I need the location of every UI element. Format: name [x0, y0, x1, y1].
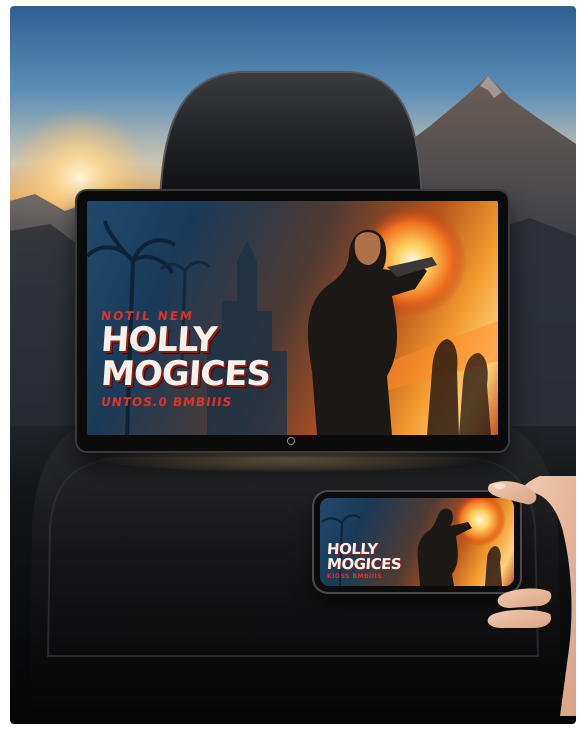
movie-subtitle: UNTOS.0 BMBIIIS — [100, 395, 234, 409]
movie-title-line1: HOLLY — [99, 320, 218, 360]
headrest — [158, 71, 424, 207]
finger-1 — [497, 588, 552, 608]
power-button-icon[interactable] — [287, 437, 295, 445]
phone-subtitle: KIOSS BMBIIIS — [327, 573, 383, 580]
phone-title-block: HOLLY MOGICES KIOSS BMBIIIS — [326, 540, 402, 580]
product-photo: NOTIL NEM HOLLY MOGICES UNTOS.0 BMBIIIS — [10, 6, 576, 724]
phone-title-line2: MOGICES — [326, 555, 402, 573]
tablet-screen[interactable]: NOTIL NEM HOLLY MOGICES UNTOS.0 BMBIIIS — [87, 201, 498, 435]
finger-2 — [487, 609, 552, 628]
movie-title-line2: MOGICES — [99, 354, 272, 394]
hand — [487, 476, 576, 716]
headrest-tablet: NOTIL NEM HOLLY MOGICES UNTOS.0 BMBIIIS — [77, 191, 508, 451]
movie-title-block: NOTIL NEM HOLLY MOGICES UNTOS.0 BMBIIIS — [99, 309, 272, 409]
